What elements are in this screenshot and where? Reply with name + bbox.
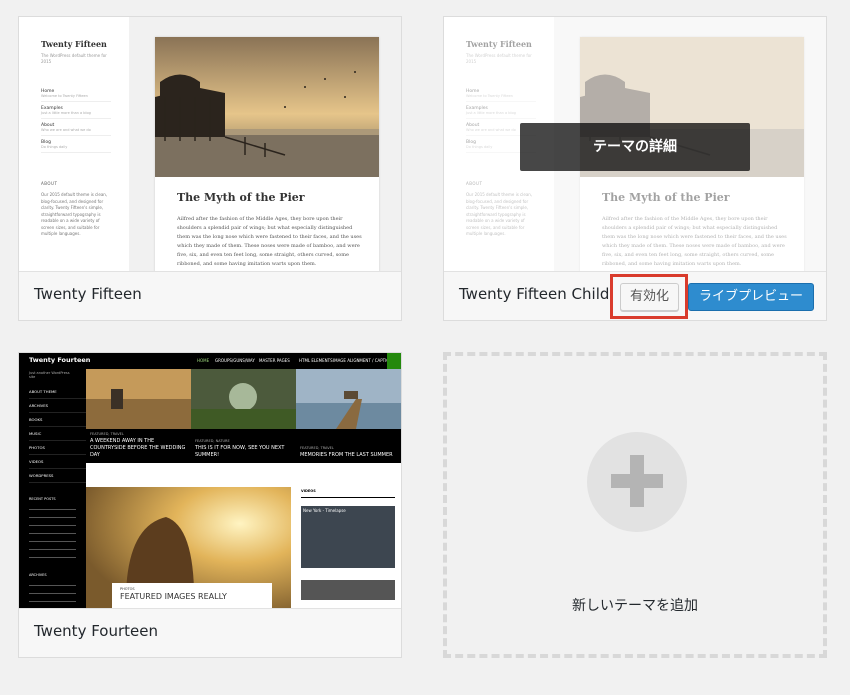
theme-name: Twenty Fifteen [34, 285, 142, 303]
preview-menu-item: About Who we are and what we do [41, 123, 111, 136]
preview-sidebar: Twenty Fifteen The WordPress default the… [19, 17, 129, 273]
preview-menu-item: Blog Do things daily [41, 140, 111, 153]
preview-feature-tile: FEATURED, NATURE THIS IS IT FOR NOW, SEE … [191, 369, 296, 463]
preview-post-title: The Myth of the Pier [177, 191, 305, 204]
preview-site-title: Twenty Fifteen [466, 39, 532, 49]
preview-logo: Twenty Fourteen [29, 356, 91, 364]
preview-menu-item: Home Welcome to Twenty Fifteen [41, 89, 111, 102]
preview-archives-heading: ARCHIVES [29, 573, 47, 577]
live-preview-button[interactable]: ライブプレビュー [688, 283, 814, 311]
preview-nav-item: HTML ELEMENTS [299, 358, 333, 363]
theme-name-bar: Twenty Fifteen [19, 271, 401, 320]
theme-name-bar: Twenty Fourteen [19, 608, 401, 657]
preview-side-item: BOOKS [29, 413, 86, 427]
preview-side-item: ABOUT THEME [29, 385, 86, 399]
theme-card-twenty-fourteen[interactable]: Twenty Fourteen HOME GROUPS/GUNS/WAY MAS… [18, 352, 402, 658]
preview-nav-item: GROUPS/GUNS/WAY [215, 358, 255, 363]
theme-card-twenty-fifteen-child[interactable]: Twenty Fifteen The WordPress default the… [443, 16, 827, 321]
preview-videos-heading: VIDEOS [301, 489, 395, 498]
plus-icon[interactable] [587, 432, 687, 532]
preview-sidebar: Just another WordPress site ABOUT THEME … [19, 369, 86, 609]
theme-name: Twenty Fifteen Child [459, 285, 610, 303]
preview-nav-item: HOME [197, 358, 210, 363]
preview-about-text: Our 2015 default theme is clean, blog-fo… [41, 192, 108, 236]
preview-side-item: VIDEOS [29, 455, 86, 469]
preview-tagline: The WordPress default theme for 2015 [466, 53, 532, 64]
preview-menu-item: Examples Just a little more than a blog [466, 106, 536, 119]
pier-photo [155, 37, 379, 177]
preview-tagline: Just another WordPress site [29, 371, 70, 379]
preview-feature-tile: FEATURED, TRAVEL A WEEKEND AWAY IN THE CO… [86, 369, 191, 463]
preview-archives-list [29, 581, 76, 609]
preview-menu-item: Examples Just a little more than a blog [41, 106, 111, 119]
preview-nav-item: MASTER PAGES [259, 358, 290, 363]
add-new-theme-label[interactable]: 新しいテーマを追加 [447, 595, 823, 615]
activate-highlight-box [610, 274, 688, 319]
preview-post-body: Ailfred after the fashion of the Middle … [177, 216, 362, 267]
preview-video-thumb-2 [301, 580, 395, 600]
preview-about-text: Our 2015 default theme is clean, blog-fo… [466, 192, 533, 236]
theme-details-overlay[interactable]: テーマの詳細 [520, 123, 750, 171]
preview-menu-item: Home Welcome to Twenty Fifteen [466, 89, 536, 102]
preview-post-title: The Myth of the Pier [602, 191, 730, 204]
preview-post-body: Ailfred after the fashion of the Middle … [602, 216, 787, 267]
preview-recent-list [29, 505, 76, 563]
theme-card-twenty-fifteen[interactable]: Twenty Fifteen The WordPress default the… [18, 16, 402, 321]
preview-about-heading: ABOUT [41, 181, 58, 186]
preview-search-icon [387, 353, 401, 369]
preview-recent-heading: RECENT POSTS [29, 497, 56, 501]
theme-name: Twenty Fourteen [34, 622, 158, 640]
preview-header: Twenty Fourteen HOME GROUPS/GUNS/WAY MAS… [19, 353, 401, 369]
preview-big-cat: PHOTOS [120, 587, 135, 591]
preview-site-title: Twenty Fifteen [41, 39, 107, 49]
theme-screenshot[interactable]: Twenty Fourteen HOME GROUPS/GUNS/WAY MAS… [19, 353, 401, 609]
preview-videos-widget: VIDEOS New York - Timelapse [301, 489, 395, 600]
preview-post: The Myth of the Pier Ailfred after the f… [155, 37, 379, 273]
add-new-theme-card[interactable]: 新しいテーマを追加 [443, 352, 827, 658]
preview-big-title: FEATURED IMAGES REALLY [120, 592, 227, 601]
preview-side-item: MUSIC [29, 427, 86, 441]
preview-big-photo: PHOTOS FEATURED IMAGES REALLY [86, 487, 291, 609]
preview-video-thumb: New York - Timelapse [301, 506, 395, 568]
preview-nav-item: IMAGE ALIGNMENT / CAPTIONS [333, 358, 395, 363]
preview-feature-tile: FEATURED, TRAVEL MEMORIES FROM THE LAST S… [296, 369, 401, 463]
preview-side-item: ARCHIVES [29, 399, 86, 413]
preview-tagline: The WordPress default theme for 2015 [41, 53, 107, 64]
theme-screenshot[interactable]: Twenty Fifteen The WordPress default the… [19, 17, 401, 273]
preview-side-item: PHOTOS [29, 441, 86, 455]
preview-about-heading: ABOUT [466, 181, 483, 186]
preview-side-item: WORDPRESS [29, 469, 86, 483]
